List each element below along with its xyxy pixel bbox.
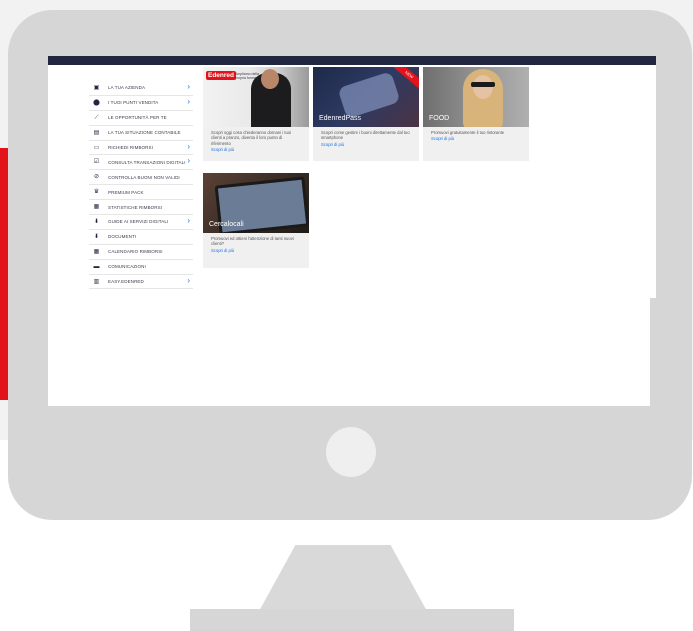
sidebar-menu: ▣ LA TUA AZIENDA › ⬤ I TUOI PUNTI VENDIT…: [89, 81, 193, 290]
sidebar-item-label: CONTROLLA BUONI NON VALIDI: [108, 174, 180, 180]
sidebar-item-punti-vendita[interactable]: ⬤ I TUOI PUNTI VENDITA ›: [89, 96, 193, 111]
sidebar-item-transazioni[interactable]: ☑ CONSULTA TRANSAZIONI DIGITALI ›: [89, 155, 193, 171]
sidebar-item-label: CONSULTA TRANSAZIONI DIGITALI: [108, 159, 186, 165]
screen-edge: [650, 298, 656, 406]
trend-chart-icon: ⟋: [94, 114, 99, 121]
card-description: Scopri come gestire i buoni direttamente…: [321, 130, 410, 141]
chevron-right-icon: ›: [187, 82, 190, 91]
card-image-title: EdenredPass: [319, 115, 362, 122]
sidebar-item-rimborsi[interactable]: ▭ RICHIEDI RIMBORSI ›: [89, 141, 193, 156]
sidebar-item-label: I TUOI PUNTI VENDITA: [108, 100, 159, 106]
edenred-logo: Edenred: [206, 71, 237, 80]
monitor-stand-neck: [258, 545, 428, 613]
card-description: Scopri oggi cosa chiederanno domani i tu…: [211, 130, 292, 146]
sidebar-item-label: EASY.EDENRED: [108, 279, 144, 285]
smartphone-graphic: [337, 71, 401, 119]
promo-card-edenred[interactable]: Edenred Ampliamo della propria forma Sco…: [203, 67, 309, 161]
id-card-icon: ▣: [93, 84, 100, 91]
calendar-icon: ▦: [93, 248, 100, 255]
sidebar-item-label: LA TUA AZIENDA: [108, 85, 146, 91]
sidebar-item-label: DOCUMENTI: [108, 234, 137, 240]
block-icon: ⊘: [93, 174, 100, 181]
sidebar-item-guide[interactable]: ⬇ GUIDE AI SERVIZI DIGITALI ›: [89, 215, 193, 230]
sidebar-item-opportunita[interactable]: ⟋ LE OPPORTUNITÀ PER TE: [89, 111, 193, 126]
chevron-right-icon: ›: [187, 156, 190, 166]
sidebar-item-label: PREMIUM PACK: [108, 189, 144, 195]
logo-tagline: Ampliamo della propria forma: [235, 72, 259, 80]
sidebar-item-label: LE OPPORTUNITÀ PER TE: [108, 115, 167, 121]
promo-card-food[interactable]: FOOD Promuovi gratuitamente il tuo risto…: [423, 67, 529, 161]
chevron-right-icon: ›: [187, 275, 190, 285]
promo-card-edenredpass[interactable]: NEW EdenredPass Scopri come gestire i bu…: [313, 67, 419, 161]
food-image: FOOD: [423, 67, 529, 127]
chevron-right-icon: ›: [187, 141, 190, 151]
card-link[interactable]: Scopri di più: [203, 247, 309, 253]
message-icon: ▬: [93, 263, 100, 270]
card-link[interactable]: Scopri di più: [423, 135, 529, 141]
tablet-image: Cercalocali: [203, 173, 309, 233]
card-link[interactable]: Scopri di più: [313, 141, 419, 147]
checkbox-icon: ☑: [93, 159, 100, 166]
card-description: Promuovi gratuitamente il tuo ristorante: [431, 130, 505, 135]
barcode-icon: ▥: [93, 278, 100, 285]
sidebar-item-label: CALENDARIO RIMBORSI: [108, 249, 163, 255]
woman-face: [473, 75, 493, 99]
monitor-screen: ▣ LA TUA AZIENDA › ⬤ I TUOI PUNTI VENDIT…: [48, 56, 656, 406]
sidebar-item-label: STATISTICHE RIMBORSI: [108, 204, 163, 210]
download-icon: ⬇: [93, 233, 100, 240]
monitor-stand-base: [190, 609, 514, 631]
top-navigation-bar: [48, 56, 656, 65]
card-description: Promuovi ed ottieni l'attenzione di tant…: [211, 236, 294, 247]
sidebar-item-label: GUIDE AI SERVIZI DIGITALI: [108, 219, 169, 225]
sidebar-item-azienda[interactable]: ▣ LA TUA AZIENDA ›: [89, 81, 193, 96]
monitor-power-button: [326, 427, 376, 477]
card-image-title: FOOD: [429, 115, 450, 122]
chef-head: [261, 69, 279, 89]
sidebar-item-buoni-non-validi[interactable]: ⊘ CONTROLLA BUONI NON VALIDI: [89, 170, 193, 186]
chevron-right-icon: ›: [187, 216, 190, 226]
sidebar-item-label: LA TUA SITUAZIONE CONTABILE: [108, 130, 181, 136]
sidebar-item-comunicazioni[interactable]: ▬ COMUNICAZIONI: [89, 260, 193, 275]
stats-card-icon: ▦: [93, 204, 100, 211]
download-icon: ⬇: [93, 218, 100, 225]
phone-image: NEW EdenredPass: [313, 67, 419, 127]
sidebar-item-situazione-contabile[interactable]: ▤ LA TUA SITUAZIONE CONTABILE: [89, 126, 193, 141]
map-pin-icon: ⬤: [93, 99, 100, 106]
sidebar-item-easy-edenred[interactable]: ▥ EASY.EDENRED ›: [89, 275, 193, 290]
card-link[interactable]: Scopri di più: [203, 146, 309, 152]
chef-image: Edenred Ampliamo della propria forma: [203, 67, 309, 127]
crown-icon: ♛: [93, 189, 100, 196]
sidebar-item-label: RICHIEDI RIMBORSI: [108, 145, 153, 150]
card-image-title: Cercalocali: [209, 221, 244, 228]
chevron-right-icon: ›: [187, 96, 190, 106]
document-icon: ▤: [93, 129, 100, 136]
sidebar-item-label: COMUNICAZIONI: [108, 264, 146, 270]
sidebar-item-calendario[interactable]: ▦ CALENDARIO RIMBORSI: [89, 245, 193, 260]
sidebar-item-premium-pack[interactable]: ♛ PREMIUM PACK: [89, 185, 193, 201]
sidebar-item-documenti[interactable]: ⬇ DOCUMENTI: [89, 230, 193, 245]
promo-card-cercalocali[interactable]: Cercalocali Promuovi ed ottieni l'attenz…: [203, 173, 309, 268]
sidebar-item-statistiche[interactable]: ▦ STATISTICHE RIMBORSI: [89, 200, 193, 216]
wallet-icon: ▭: [93, 144, 100, 151]
sunglasses-graphic: [471, 82, 495, 87]
